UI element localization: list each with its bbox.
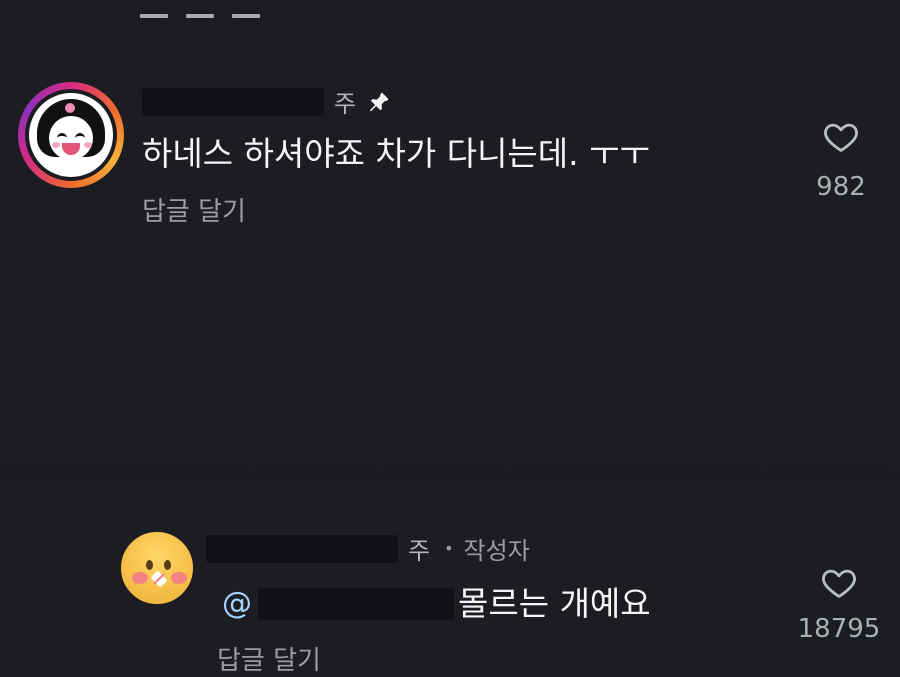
main-comment-text: 하네스 하셔야죠 차가 다니는데. ㅜㅜ [142, 134, 650, 173]
redacted-username[interactable] [142, 87, 324, 116]
avatar-left-eye [57, 133, 67, 142]
redacted-mention[interactable] [258, 587, 454, 620]
main-comment: 주 하네스 하셔야죠 차가 다니는데. ㅜㅜ 답글 달기 982 [0, 0, 900, 245]
username-visible-fragment[interactable]: 주 [408, 531, 430, 566]
reply-button[interactable]: 답글 달기 [142, 191, 246, 228]
redacted-username[interactable] [206, 534, 398, 563]
main-comment-avatar[interactable] [25, 89, 117, 181]
username-visible-fragment[interactable]: 주 [334, 84, 356, 119]
reply-comment-text: 몰르는 개예요 [458, 584, 651, 623]
separator-dot-icon: • [444, 539, 454, 558]
story-ring[interactable] [18, 82, 124, 188]
reply-comment-avatar[interactable] [118, 529, 196, 607]
bottom-fade [0, 457, 900, 481]
reply-button[interactable]: 답글 달기 [217, 640, 321, 677]
skull-badge-icon [65, 103, 75, 113]
like-count: 18795 [797, 614, 881, 644]
main-comment-like[interactable]: 982 [801, 118, 881, 202]
reply-comment-like[interactable]: 18795 [792, 564, 886, 644]
reply-comment: 주 • 작성자 @ 몰르는 개예요 답글 달기 18795 [0, 245, 900, 676]
emoji-left-blush [132, 572, 148, 584]
reply-comment-header: 주 • 작성자 [206, 531, 530, 566]
emoji-right-blush [171, 572, 187, 584]
author-badge: 작성자 [463, 537, 530, 565]
emoji-right-eye [164, 560, 171, 570]
avatar-right-cheek [84, 142, 92, 148]
blushing-emoji-avatar-icon [150, 570, 168, 588]
reply-comment-text-row: @ 몰르는 개예요 [222, 585, 651, 623]
heart-outline-icon[interactable] [801, 118, 881, 156]
main-comment-header: 주 [142, 84, 392, 119]
emoji-left-eye [146, 560, 153, 570]
reply-avatar-wrap[interactable] [116, 527, 198, 609]
like-count: 982 [816, 172, 866, 202]
pin-icon [366, 89, 392, 115]
heart-outline-icon[interactable] [792, 564, 886, 602]
avatar-right-eye [75, 133, 85, 142]
mention-at-symbol[interactable]: @ [222, 586, 252, 622]
avatar-left-cheek [52, 142, 60, 148]
